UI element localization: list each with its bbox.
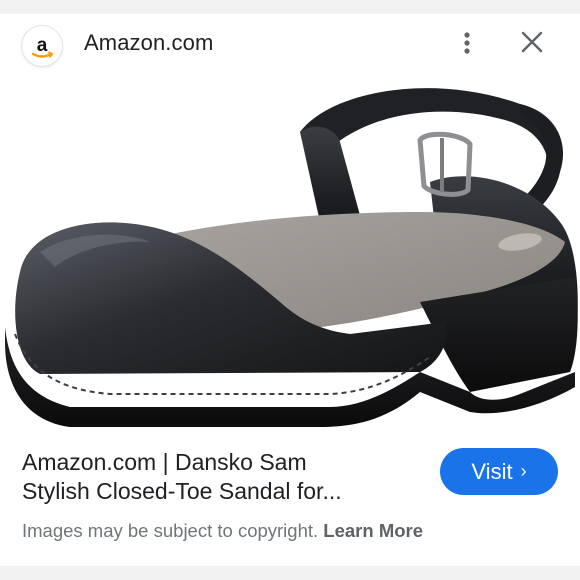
result-title-line1: Amazon.com | Dansko Sam [22,449,307,475]
product-image[interactable] [0,72,580,444]
visit-label: Visit [471,458,513,484]
amazon-logo-icon[interactable]: a [22,26,62,66]
favicon-letter: a [37,35,48,56]
close-icon[interactable] [516,26,548,58]
copyright-note: Images may be subject to copyright. Lear… [22,520,423,542]
chevron-right-icon: › [520,460,527,481]
sandal-image [5,88,578,427]
copyright-text: Images may be subject to copyright. [22,520,319,541]
site-name[interactable]: Amazon.com [84,30,213,56]
result-title[interactable]: Amazon.com | Dansko Sam Stylish Closed-T… [22,448,422,506]
result-title-line2: Stylish Closed-Toe Sandal for... [22,478,342,504]
image-preview-card: a Amazon.com Amazon.com | Dansko Sam Sty… [0,14,580,566]
preview-header: a Amazon.com [0,14,580,72]
learn-more-link[interactable]: Learn More [323,520,423,541]
visit-button[interactable]: Visit › [440,448,558,495]
more-vert-icon[interactable] [456,28,478,58]
